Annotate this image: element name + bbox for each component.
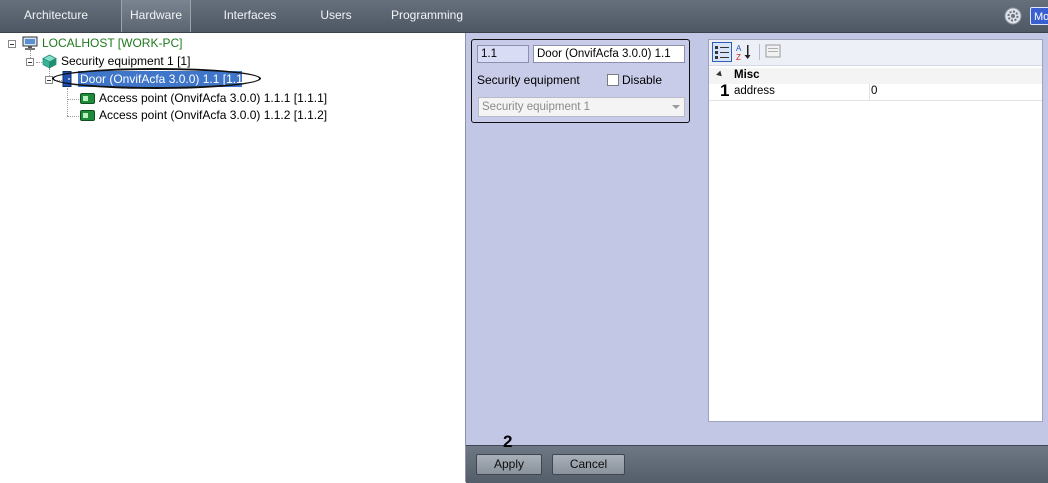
tab-programming[interactable]: Programming <box>386 0 468 32</box>
tree-node-access-point-1[interactable]: Access point (OnvifAcfa 3.0.0) 1.1.1 [1.… <box>99 90 327 106</box>
tree-connector <box>67 116 79 117</box>
gear-icon[interactable] <box>1003 6 1023 26</box>
top-tab-bar: Architecture Hardware Interfaces Users P… <box>0 0 1048 33</box>
callout-marker-1: 1 <box>720 81 730 100</box>
computer-icon <box>22 36 38 50</box>
column-divider <box>869 84 870 100</box>
property-value[interactable]: 0 <box>871 85 877 97</box>
cube-icon <box>42 54 57 69</box>
tab-users[interactable]: Users <box>306 0 366 32</box>
alphabetical-sort-button[interactable]: A Z <box>734 42 754 62</box>
tab-hardware[interactable]: Hardware <box>121 0 191 32</box>
tree-connector <box>67 99 79 100</box>
svg-text:A: A <box>736 44 742 53</box>
callout-marker-2: 2 <box>503 432 513 451</box>
object-name-field[interactable]: Door (OnvifAcfa 3.0.0) 1.1 <box>533 45 685 63</box>
svg-text:Z: Z <box>736 53 741 62</box>
cancel-button[interactable]: Cancel <box>552 454 625 475</box>
object-id-field[interactable]: 1.1 <box>477 45 529 63</box>
tree-node-localhost[interactable]: LOCALHOST [WORK-PC] <box>42 35 182 51</box>
tab-architecture[interactable]: Architecture <box>8 0 104 32</box>
disable-checkbox[interactable] <box>607 74 619 86</box>
property-pages-button[interactable] <box>764 42 784 62</box>
tree-collapse-toggle[interactable] <box>26 58 34 66</box>
disable-label: Disable <box>622 73 663 87</box>
apply-button[interactable]: Apply <box>476 454 542 475</box>
access-point-icon <box>80 93 95 104</box>
highlight-ellipse <box>52 68 261 89</box>
property-row-address[interactable]: address 0 <box>709 84 1042 101</box>
sort-az-icon: A Z <box>736 44 751 62</box>
categorized-icon <box>715 46 729 59</box>
categorized-view-button[interactable] <box>712 42 732 62</box>
tree-connector <box>67 88 68 116</box>
mode-button[interactable]: Mo <box>1030 7 1048 25</box>
property-name: address <box>734 85 775 97</box>
tree-node-security-equipment[interactable]: Security equipment 1 [1] <box>61 53 190 69</box>
tree-node-access-point-2[interactable]: Access point (OnvifAcfa 3.0.0) 1.1.2 [1.… <box>99 107 327 123</box>
property-pages-icon <box>765 44 781 58</box>
parent-label: Security equipment <box>477 73 580 87</box>
chevron-down-icon <box>672 105 680 109</box>
property-category-misc[interactable]: Misc <box>709 68 1042 84</box>
collapse-triangle-icon <box>716 70 724 79</box>
property-grid-toolbar: A Z <box>709 40 1042 66</box>
parent-select[interactable]: Security equipment 1 <box>478 97 685 117</box>
parent-select-value: Security equipment 1 <box>482 101 591 113</box>
toolbar-divider <box>759 44 760 60</box>
property-grid: A Z Misc address 0 <box>708 39 1043 422</box>
category-label: Misc <box>734 69 760 81</box>
tree-collapse-toggle[interactable] <box>8 40 16 48</box>
access-point-icon <box>80 110 95 121</box>
tab-interfaces[interactable]: Interfaces <box>210 0 290 32</box>
